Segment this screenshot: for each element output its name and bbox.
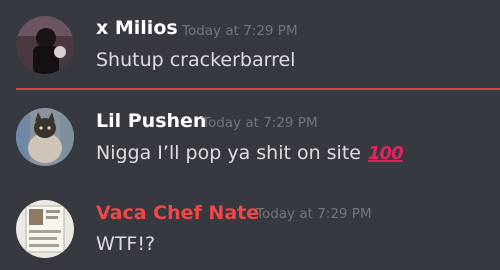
user-avatar[interactable] xyxy=(16,200,74,258)
username[interactable]: Vaca Chef Nate xyxy=(96,202,259,224)
message-text: Nigga I’ll pop ya shit on site 100 xyxy=(96,142,404,164)
chat-message: Lil Pushen Today at 7:29 PM Nigga I’ll p… xyxy=(0,92,500,187)
username[interactable]: x Milios xyxy=(96,17,178,39)
message-text: WTF!? xyxy=(96,233,156,255)
avatar-image xyxy=(16,200,74,258)
message-body: Nigga I’ll pop ya shit on site xyxy=(96,142,361,164)
timestamp: Today at 7:29 PM xyxy=(182,23,298,39)
avatar-image xyxy=(16,16,74,74)
avatar-image xyxy=(16,108,74,166)
chat-message: Vaca Chef Nate Today at 7:29 PM WTF!? xyxy=(0,187,500,270)
new-messages-divider xyxy=(16,88,500,90)
timestamp: Today at 7:29 PM xyxy=(256,206,372,222)
chat-message: x Milios Today at 7:29 PM Shutup cracker… xyxy=(0,0,500,88)
username[interactable]: Lil Pushen xyxy=(96,110,206,132)
user-avatar[interactable] xyxy=(16,108,74,166)
timestamp: Today at 7:29 PM xyxy=(202,115,318,131)
user-avatar[interactable] xyxy=(16,16,74,74)
100-icon: 100 xyxy=(368,143,404,164)
message-text: Shutup crackerbarrel xyxy=(96,49,296,71)
